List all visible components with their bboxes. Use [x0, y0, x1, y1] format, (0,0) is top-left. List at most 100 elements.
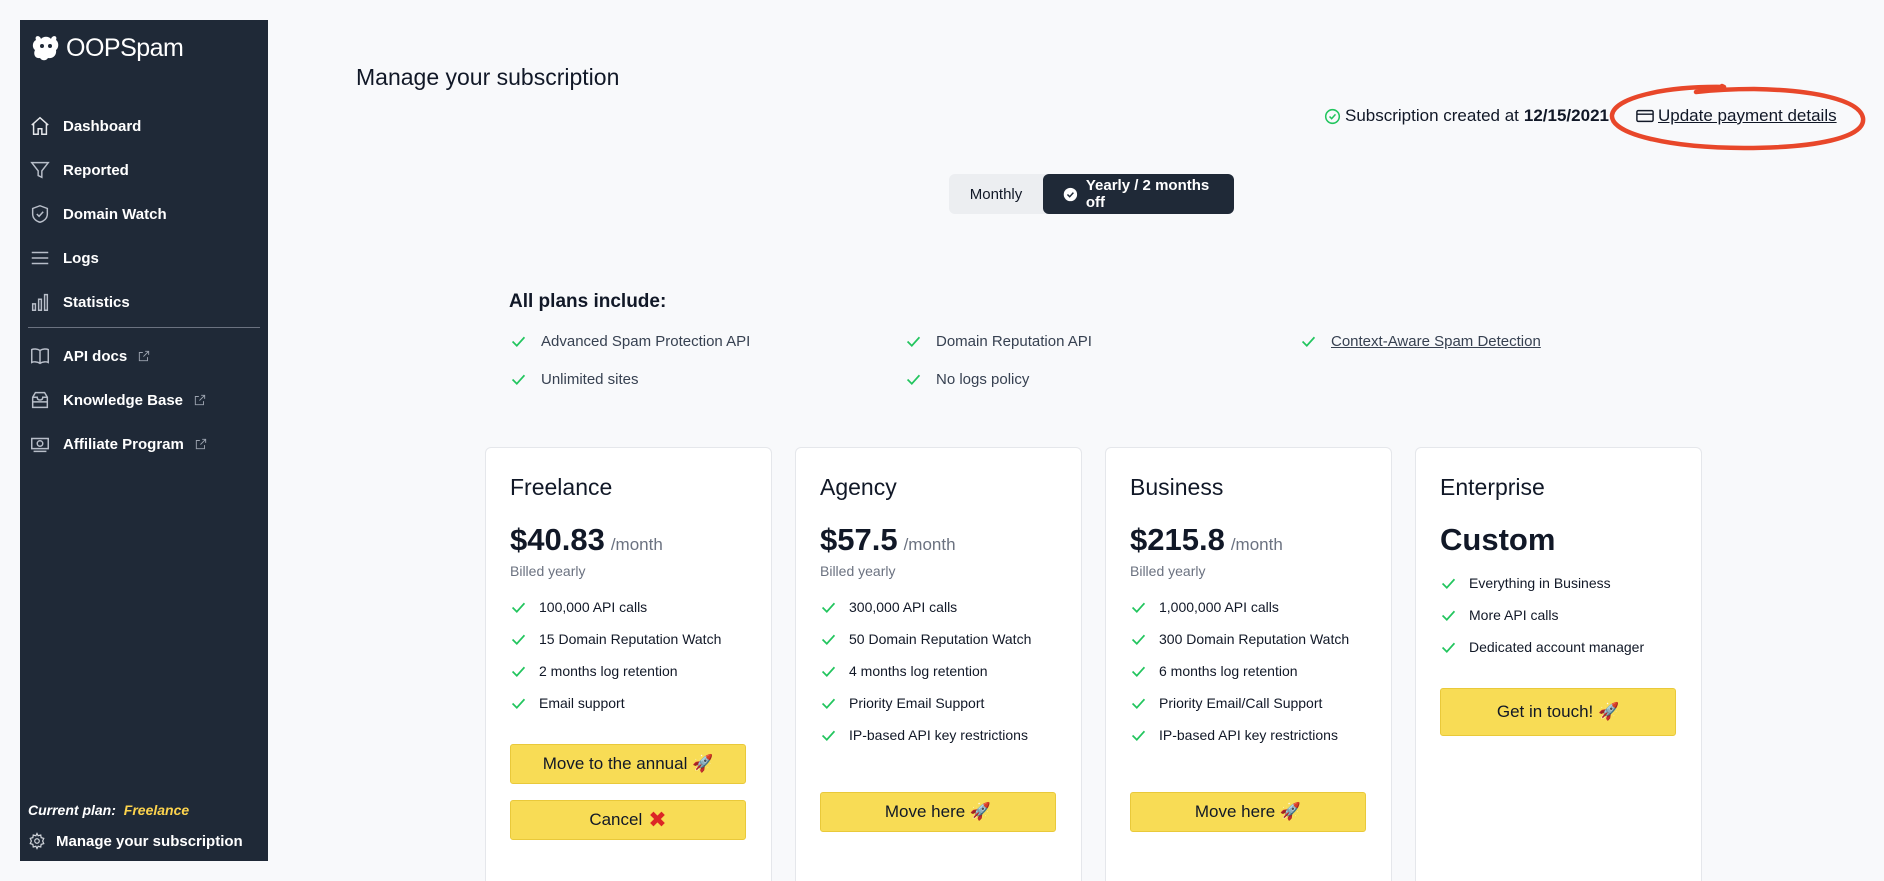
plan-feature-label: 4 months log retention [849, 663, 988, 679]
plan-feature-label: Priority Email/Call Support [1159, 695, 1323, 711]
billed-note: Billed yearly [1130, 563, 1206, 579]
plan-feature-list: Everything in Business More API calls De… [1440, 567, 1644, 663]
plan-feature: IP-based API key restrictions [820, 719, 1031, 751]
check-icon [821, 730, 836, 741]
plan-feature: 15 Domain Reputation Watch [510, 623, 721, 655]
sidebar-item-api-docs[interactable]: API docs [20, 334, 268, 378]
plan-price: $215.8 /month [1130, 522, 1283, 558]
plan-name: Freelance [510, 474, 613, 500]
check-circle-icon [1324, 108, 1341, 124]
plan-feature-label: 300 Domain Reputation Watch [1159, 631, 1350, 647]
check-icon [821, 666, 836, 677]
sidebar-item-label: Statistics [63, 293, 130, 311]
check-circle-icon [1063, 187, 1078, 201]
context-aware-link[interactable]: Context-Aware Spam Detection [1331, 333, 1541, 350]
check-icon [906, 374, 921, 385]
current-plan-label: Current plan: [28, 802, 116, 818]
plan-feature: Dedicated account manager [1440, 631, 1644, 663]
sidebar-item-domain-watch[interactable]: Domain Watch [20, 192, 268, 236]
plan-feature: IP-based API key restrictions [1130, 719, 1349, 751]
plan-feature-label: 1,000,000 API calls [1159, 599, 1279, 615]
plan-feature-label: IP-based API key restrictions [1159, 727, 1338, 743]
update-payment-link[interactable]: Update payment details [1636, 106, 1837, 126]
monthly-toggle[interactable]: Monthly [949, 174, 1043, 214]
check-icon [1131, 698, 1146, 709]
plan-feature-list: 100,000 API calls 15 Domain Reputation W… [510, 591, 721, 719]
plan-feature-label: 100,000 API calls [539, 599, 648, 615]
check-icon [1441, 642, 1456, 653]
plan-feature-label: Email support [539, 695, 625, 711]
subscription-created-text: Subscription created at [1345, 106, 1519, 125]
check-icon [511, 602, 526, 613]
yearly-toggle-label: Yearly / 2 months off [1085, 177, 1210, 211]
subscription-info: Subscription created at 12/15/2021 [1324, 106, 1609, 126]
sidebar-divider [28, 327, 260, 328]
plan-feature-label: 15 Domain Reputation Watch [539, 631, 722, 647]
check-icon [511, 336, 526, 347]
feature-item: Unlimited sites [510, 371, 639, 388]
plan-feature: More API calls [1440, 599, 1644, 631]
feature-item: Advanced Spam Protection API [510, 333, 750, 350]
plan-name: Enterprise [1440, 474, 1545, 500]
billing-toggle: Monthly Yearly / 2 months off [949, 174, 1234, 214]
feature-label: No logs policy [936, 371, 1030, 388]
external-link-icon [137, 349, 151, 363]
check-icon [1131, 666, 1146, 677]
cancel-label: Cancel [589, 810, 643, 829]
sidebar-item-label: API docs [63, 347, 128, 365]
sidebar-item-label: Reported [63, 161, 129, 179]
plan-feature: 1,000,000 API calls [1130, 591, 1349, 623]
sidebar-item-knowledge-base[interactable]: Knowledge Base [20, 378, 268, 422]
move-to-annual-button[interactable]: Move to the annual 🚀 [510, 744, 746, 784]
move-here-button[interactable]: Move here 🚀 [820, 792, 1056, 832]
plan-feature-label: IP-based API key restrictions [849, 727, 1028, 743]
check-icon [511, 374, 526, 385]
features-title: All plans include: [509, 291, 667, 312]
funnel-icon [29, 159, 51, 181]
plan-card-freelance: Freelance $40.83 /month Billed yearly 10… [485, 447, 772, 881]
cancel-button[interactable]: Cancel ✖ [510, 800, 746, 840]
shield-check-icon [29, 203, 51, 225]
cash-icon [29, 433, 51, 455]
brand-logo[interactable]: OOPSpam [30, 32, 184, 64]
plan-feature-label: 50 Domain Reputation Watch [849, 631, 1032, 647]
check-icon [1131, 730, 1146, 741]
check-icon [511, 634, 526, 645]
sidebar-item-affiliate-program[interactable]: Affiliate Program [20, 422, 268, 466]
manage-subscription-label: Manage your subscription [56, 832, 243, 850]
inbox-stack-icon [29, 389, 51, 411]
plan-price: $57.5 /month [820, 522, 956, 558]
brand-name: OOPSpam [66, 33, 184, 62]
plan-feature-list: 300,000 API calls 50 Domain Reputation W… [820, 591, 1031, 751]
move-here-button[interactable]: Move here 🚀 [1130, 792, 1366, 832]
billed-note: Billed yearly [510, 563, 586, 579]
feature-item: No logs policy [905, 371, 1029, 388]
plan-card-enterprise: Enterprise Custom Everything in Business… [1415, 447, 1702, 881]
billed-note: Billed yearly [820, 563, 896, 579]
get-in-touch-button[interactable]: Get in touch! 🚀 [1440, 688, 1676, 736]
plan-feature: Priority Email Support [820, 687, 1031, 719]
price-amount: $40.83 [510, 522, 605, 557]
credit-card-icon [1636, 109, 1654, 123]
check-icon [821, 698, 836, 709]
yearly-toggle[interactable]: Yearly / 2 months off [1043, 174, 1234, 214]
sidebar-item-reported[interactable]: Reported [20, 148, 268, 192]
plan-feature: 4 months log retention [820, 655, 1031, 687]
current-plan: Current plan: Freelance [28, 802, 189, 818]
bar-chart-icon [29, 291, 51, 313]
manage-subscription-link[interactable]: Manage your subscription [28, 832, 243, 850]
feature-label: Advanced Spam Protection API [541, 333, 751, 350]
plan-price: Custom [1440, 522, 1556, 557]
check-icon [1441, 578, 1456, 589]
plan-feature: 100,000 API calls [510, 591, 721, 623]
ghost-logo-icon [32, 36, 59, 61]
sidebar-item-logs[interactable]: Logs [20, 236, 268, 280]
check-icon [1301, 336, 1316, 347]
sidebar-item-label: Affiliate Program [63, 435, 184, 453]
sidebar-item-dashboard[interactable]: Dashboard [20, 104, 268, 148]
feature-item: Domain Reputation API [905, 333, 1092, 350]
plan-feature: 300 Domain Reputation Watch [1130, 623, 1349, 655]
plan-card-business: Business $215.8 /month Billed yearly 1,0… [1105, 447, 1392, 881]
sidebar-item-statistics[interactable]: Statistics [20, 280, 268, 324]
page-title: Manage your subscription [356, 64, 620, 90]
